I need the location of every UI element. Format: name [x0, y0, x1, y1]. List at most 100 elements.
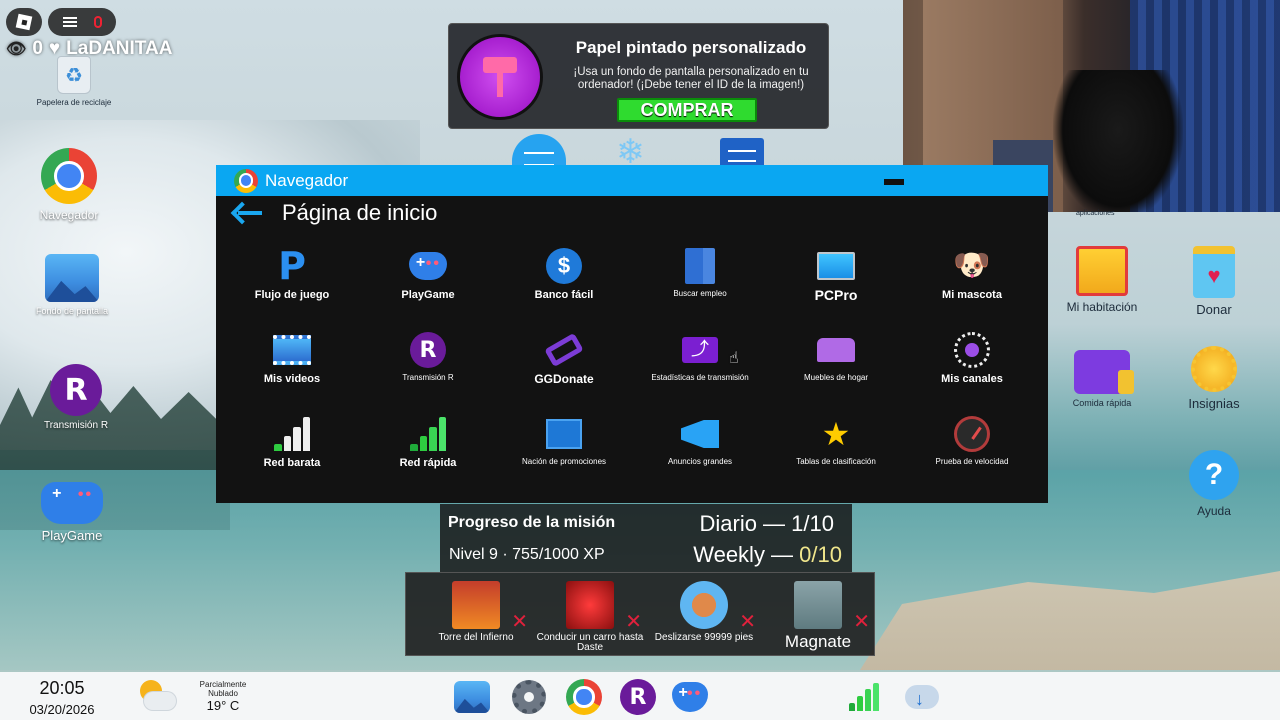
app-banco-facil[interactable]: $ Banco fácil [496, 247, 632, 331]
desktop-label: Ayuda [1197, 504, 1231, 518]
film-icon [273, 331, 311, 369]
building-icon [681, 247, 719, 285]
desktop-browser[interactable]: Navegador [24, 148, 114, 222]
quests-panel: ✕ Torre del Infierno ✕ Conducir un carro… [405, 572, 875, 656]
badge-icon [1191, 346, 1237, 392]
weekly-prefix: Weekly — [693, 542, 800, 567]
close-icon: ✕ [625, 611, 642, 633]
game-top-controls [6, 8, 116, 36]
app-label: Mis canales [941, 373, 1003, 385]
desktop-label: Insignias [1188, 396, 1240, 411]
desktop-wallpaper[interactable]: Fondo de pantalla [22, 254, 122, 316]
stats-board-icon [545, 415, 583, 453]
gamepad-icon [41, 482, 103, 524]
clock-time: 20:05 [39, 678, 85, 698]
app-playgame[interactable]: PlayGame [360, 247, 496, 331]
hamburger-icon [62, 17, 77, 27]
slide-thumbnail [680, 581, 728, 629]
app-label: Red barata [263, 457, 321, 469]
app-pcpro[interactable]: PCPro [768, 247, 904, 331]
taskbar-browser[interactable] [566, 679, 602, 715]
app-ggdonate[interactable]: GGDonate [496, 331, 632, 415]
recycle-bin-icon: ♻ [57, 56, 91, 94]
wallpaper-ad-banner: Papel pintado personalizado ¡Usa un fond… [448, 23, 829, 129]
app-flujo-de-juego[interactable]: P Flujo de juego [224, 247, 360, 331]
app-label: Prueba de velocidad [935, 457, 1009, 466]
quest-item[interactable]: ✕ Deslizarse 99999 pies [648, 581, 760, 653]
quest-item[interactable]: ✕ Conducir un carro hasta Daste [534, 581, 646, 653]
pets-icon: 🐶 [953, 249, 991, 282]
taskbar-settings[interactable] [511, 680, 547, 714]
quest-item[interactable]: ✕ Magnate [762, 581, 874, 653]
weekly-value: 0/10 [799, 542, 842, 567]
desktop-label: Mi habitación [1066, 300, 1138, 314]
minimize-button[interactable] [884, 179, 904, 185]
app-mi-mascota[interactable]: 🐶 Mi mascota [904, 247, 1040, 331]
desktop-recycle-bin[interactable]: ♻ Papelera de reciclaje [34, 56, 114, 107]
desktop-mi-habitacion[interactable]: Mi habitación [1060, 246, 1144, 314]
r-logo-icon: R [620, 679, 656, 715]
document-icon[interactable] [720, 138, 764, 168]
desktop-playgame[interactable]: PlayGame [22, 482, 122, 543]
chat-voice-button[interactable] [48, 8, 116, 36]
back-arrow-icon[interactable] [230, 201, 264, 225]
app-label: Banco fácil [534, 289, 594, 301]
gamepad-icon [672, 682, 708, 712]
taskbar-stream-r[interactable]: R [620, 679, 656, 715]
app-muebles[interactable]: Muebles de hogar [768, 331, 904, 415]
app-label: PCPro [814, 287, 858, 303]
bank-coin-icon: $ [545, 247, 583, 285]
app-buscar-empleo[interactable]: Buscar empleo [632, 247, 768, 331]
mission-title: Progreso de la misión [448, 514, 616, 531]
desktop-comida-rapida[interactable]: Comida rápida [1060, 350, 1144, 408]
app-label: Flujo de juego [254, 289, 330, 301]
taskbar-playgame[interactable] [672, 680, 708, 714]
app-label: GGDonate [534, 372, 594, 386]
donation-jar-icon: ♥ [1193, 246, 1235, 298]
desktop-label: Navegador [39, 208, 99, 222]
desktop-label: Transmisión R [43, 420, 109, 431]
weather-condition: Parcialmente Nublado [199, 680, 247, 698]
hand-cursor-icon: ☝ [729, 350, 739, 367]
car-thumbnail [566, 581, 614, 629]
room-icon [1076, 246, 1128, 296]
browser-titlebar[interactable]: Navegador [216, 165, 1048, 196]
app-estadisticas[interactable]: ⤴ Estadísticas de transmisión [632, 331, 768, 415]
medal-icon: ★ [821, 416, 851, 452]
quest-item[interactable]: ✕ Torre del Infierno [420, 581, 532, 653]
app-transmision-r[interactable]: R Transmisión R [360, 331, 496, 415]
desktop-stream-r[interactable]: R Transmisión R [26, 364, 126, 431]
r-logo-icon: R [409, 331, 447, 369]
mission-weekly: Weekly — 0/10 [693, 542, 842, 568]
desktop-ayuda[interactable]: ? Ayuda [1174, 450, 1254, 518]
close-icon: ✕ [511, 611, 528, 633]
desktop-donar[interactable]: ♥ Donar [1174, 246, 1254, 317]
mission-progress-panel: Progreso de la misión Nivel 9 · 755/1000… [440, 504, 852, 572]
quest-label: Conducir un carro hasta Daste [536, 632, 644, 653]
app-nacion-promociones[interactable]: Nación de promociones [496, 415, 632, 499]
app-mis-canales[interactable]: Mis canales [904, 331, 1040, 415]
desktop-label: PlayGame [41, 528, 103, 543]
mission-level: Nivel 9 · 755/1000 XP [449, 546, 605, 563]
page-title: Página de inicio [282, 200, 438, 225]
app-label: Mis videos [263, 373, 321, 385]
gear-icon [512, 680, 546, 714]
taskbar-wallpaper[interactable] [454, 680, 490, 714]
app-mis-videos[interactable]: Mis videos [224, 331, 360, 415]
buy-button[interactable]: COMPRAR [617, 98, 757, 122]
app-red-barata[interactable]: Red barata [224, 415, 360, 499]
desktop-insignias[interactable]: Insignias [1174, 346, 1254, 411]
app-label: Tablas de clasificación [796, 457, 876, 466]
app-anuncios-grandes[interactable]: Anuncios grandes [632, 415, 768, 499]
taskbar-network[interactable] [846, 680, 882, 714]
paint-roller-icon [457, 34, 543, 120]
app-prueba-velocidad[interactable]: Prueba de velocidad [904, 415, 1040, 499]
app-red-rapida[interactable]: Red rápida [360, 415, 496, 499]
chrome-icon [566, 679, 602, 715]
desktop-label: Comida rápida [1072, 398, 1132, 408]
quest-label: Magnate [784, 632, 852, 651]
roblox-menu-button[interactable] [6, 8, 42, 36]
close-icon: ✕ [853, 611, 870, 633]
app-tablas-clasificacion[interactable]: ★ Tablas de clasificación [768, 415, 904, 499]
taskbar-download[interactable] [904, 680, 940, 714]
